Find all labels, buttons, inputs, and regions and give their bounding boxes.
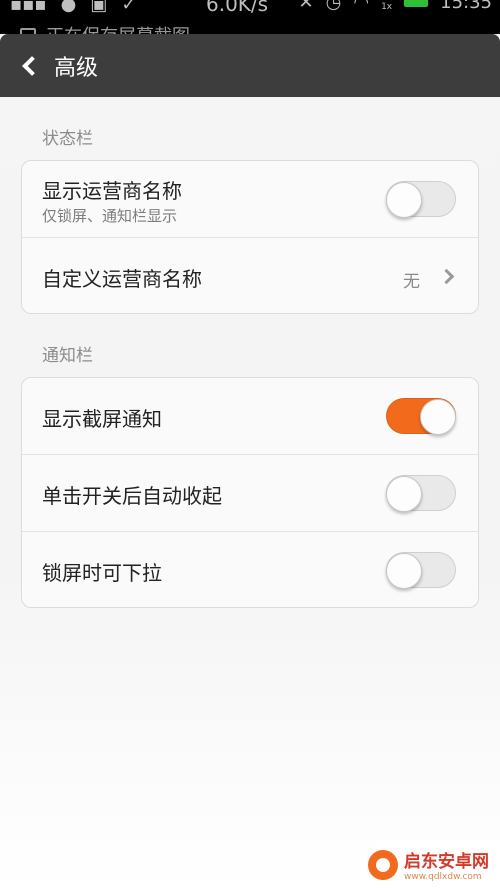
toggle-knob xyxy=(386,182,422,218)
watermark-logo-icon xyxy=(368,849,398,880)
battery-icon xyxy=(404,0,429,7)
signal-icon: ▪▪▪ xyxy=(10,0,47,15)
section-label-status-bar: 状态栏 xyxy=(42,129,93,149)
show-carrier-subtitle: 仅锁屏、通知栏显示 xyxy=(42,207,178,225)
show-carrier-row[interactable]: 显示运营商名称 仅锁屏、通知栏显示 xyxy=(22,161,478,238)
screenshot-icon: ▣ xyxy=(90,0,108,15)
custom-carrier-value: 无 xyxy=(403,272,420,292)
screenshot-notify-title: 显示截屏通知 xyxy=(42,407,162,431)
watermark-text: 启东安卓网 www.qdlxdw.com xyxy=(404,847,489,882)
screenshot-notify-row[interactable]: 显示截屏通知 xyxy=(22,378,478,455)
sync-icon: ✓ xyxy=(121,0,137,15)
screenshot-notify-toggle[interactable] xyxy=(386,398,456,435)
watermark: 启东安卓网 www.qdlxdw.com xyxy=(360,840,500,889)
lock-pulldown-row[interactable]: 锁屏时可下拉 xyxy=(22,532,478,607)
show-carrier-toggle[interactable] xyxy=(386,181,456,218)
show-carrier-title: 显示运营商名称 xyxy=(42,179,182,203)
lock-pulldown-title: 锁屏时可下拉 xyxy=(42,561,162,585)
toggle-knob xyxy=(386,476,422,512)
status-bar-settings-card: 显示运营商名称 仅锁屏、通知栏显示 自定义运营商名称 无 xyxy=(21,160,479,314)
toggle-knob xyxy=(386,553,422,589)
wifi-icon: ◠ xyxy=(353,0,370,13)
back-arrow-icon xyxy=(22,55,42,76)
mute-icon: ✕ xyxy=(298,0,314,13)
header-bar: 高级 xyxy=(0,34,500,97)
section-label-notification-bar: 通知栏 xyxy=(42,346,93,366)
custom-carrier-row[interactable]: 自定义运营商名称 无 xyxy=(22,238,478,313)
notification-icon: ● xyxy=(60,0,77,15)
auto-collapse-title: 单击开关后自动收起 xyxy=(42,484,222,508)
chevron-right-icon xyxy=(438,268,455,285)
watermark-url: www.qdlxdw.com xyxy=(404,872,482,882)
custom-carrier-title: 自定义运营商名称 xyxy=(42,267,202,291)
clock: 15:35 xyxy=(440,0,492,13)
ticker-text: 正在保存屏幕截图 xyxy=(46,22,190,34)
alarm-icon: ◷ xyxy=(325,0,342,13)
lock-pulldown-toggle[interactable] xyxy=(386,552,456,589)
back-button[interactable] xyxy=(0,34,54,97)
watermark-name: 启东安卓网 xyxy=(404,852,489,872)
status-left-icons: ▪▪▪ ● ▣ ✓ xyxy=(10,0,136,15)
toggle-knob xyxy=(420,399,456,435)
status-right-icons: ✕ ◷ ◠ 1x 15:35 xyxy=(299,0,492,13)
auto-collapse-row[interactable]: 单击开关后自动收起 xyxy=(22,455,478,532)
network-speed: 6.0K/s xyxy=(206,0,269,16)
auto-collapse-toggle[interactable] xyxy=(386,475,456,512)
status-ticker: 正在保存屏幕截图 xyxy=(20,22,190,34)
status-bar: ▪▪▪ ● ▣ ✓ 6.0K/s ✕ ◷ ◠ 1x 15:35 正在保存屏幕截图 xyxy=(0,0,500,34)
page-title: 高级 xyxy=(54,55,99,81)
notification-bar-settings-card: 显示截屏通知 单击开关后自动收起 锁屏时可下拉 xyxy=(21,377,479,608)
network-type: 1x xyxy=(381,1,393,12)
